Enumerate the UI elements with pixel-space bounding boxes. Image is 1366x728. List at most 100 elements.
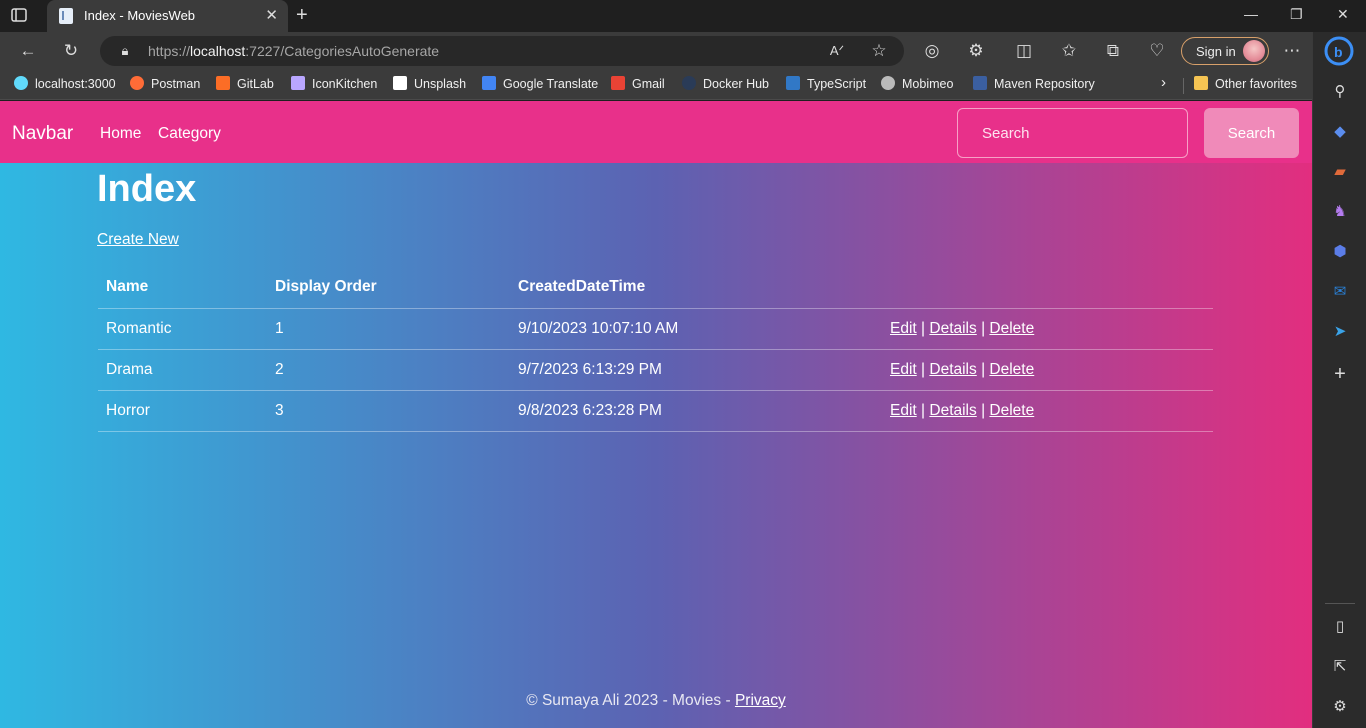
postman-icon [130,76,144,90]
column-header-actions [882,267,1213,309]
favorite-item[interactable]: TypeScript [786,76,866,94]
separator: | [921,401,926,419]
sign-in-button[interactable]: Sign in [1181,37,1269,65]
cell-actions: Edit | Details | Delete [882,390,1213,432]
extensions-icon[interactable]: ⚙ [965,40,987,62]
details-link[interactable]: Details [929,320,976,337]
cell-created: 9/7/2023 6:13:29 PM [510,349,882,391]
edge-sidebar: ⚲ ◆ ▰ ♞ ⬢ ✉ ➤ + ▯ ⇱ ⚙ [1312,32,1366,728]
sign-in-label: Sign in [1196,44,1236,59]
split-screen-icon[interactable]: ◫ [1013,40,1035,62]
collections-icon[interactable]: ⧉ [1102,40,1124,62]
table-row: Romantic 1 9/10/2023 10:07:10 AM Edit | … [98,308,1213,350]
edit-link[interactable]: Edit [890,402,917,419]
delete-link[interactable]: Delete [989,320,1034,337]
favorite-item[interactable]: Gmail [611,76,665,94]
search-button[interactable]: Search [1204,108,1299,158]
navbar-brand[interactable]: Navbar [12,123,73,145]
typescript-icon [786,76,800,90]
back-icon[interactable]: ← [17,40,39,62]
cell-display-order: 2 [267,349,510,391]
favorite-item[interactable]: Maven Repository [973,76,1095,94]
send-icon[interactable]: ➤ [1330,322,1350,342]
read-aloud-icon[interactable]: Aᐟ [826,40,848,62]
favorites-icon[interactable]: ✩ [1058,40,1080,62]
separator: | [981,360,986,378]
cell-name: Horror [98,390,267,432]
column-header-display-order: Display Order [267,267,510,309]
favorite-item[interactable]: Postman [130,76,200,94]
search-input[interactable] [957,108,1188,158]
new-tab-icon[interactable]: + [296,4,308,27]
react-icon [14,76,28,90]
nav-link-home[interactable]: Home [100,125,141,143]
separator: | [981,319,986,337]
unsplash-icon [393,76,407,90]
favorite-item[interactable]: GitLab [216,76,274,94]
browser-tab[interactable]: Index - MoviesWeb ✕ [47,0,288,32]
details-link[interactable]: Details [929,402,976,419]
favorites-bar: localhost:3000 Postman GitLab IconKitche… [0,70,1312,100]
translate-icon [482,76,496,90]
favorites-divider [1183,78,1184,94]
footer-text: © Sumaya Ali 2023 - Movies - [526,692,735,709]
url-text[interactable]: https://localhost:7227/CategoriesAutoGen… [148,43,439,59]
favorite-item[interactable]: Mobimeo [881,76,953,94]
search-icon[interactable]: ⚲ [1330,82,1350,102]
edit-link[interactable]: Edit [890,320,917,337]
gmail-icon [611,76,625,90]
favorite-item[interactable]: IconKitchen [291,76,377,94]
details-link[interactable]: Details [929,361,976,378]
site-navbar: Navbar Home Category Search [0,101,1312,163]
edit-link[interactable]: Edit [890,361,917,378]
open-external-icon[interactable]: ⇱ [1330,657,1350,677]
column-header-name: Name [98,267,267,309]
copilot-icon[interactable]: b [1322,34,1356,68]
add-icon[interactable]: + [1330,364,1350,384]
favorite-item[interactable]: Google Translate [482,76,598,94]
other-favorites-folder[interactable]: Other favorites [1194,76,1297,94]
favorite-item[interactable]: Unsplash [393,76,466,94]
minimize-icon[interactable]: — [1244,6,1258,22]
delete-link[interactable]: Delete [989,402,1034,419]
outlook-icon[interactable]: ✉ [1330,282,1350,302]
privacy-link[interactable]: Privacy [735,692,786,709]
table-row: Horror 3 9/8/2023 6:23:28 PM Edit | Deta… [98,390,1213,432]
refresh-icon[interactable]: ↻ [60,40,82,62]
nav-link-category[interactable]: Category [158,125,221,143]
svg-text:b: b [1334,44,1343,60]
chevron-right-icon[interactable]: › [1161,74,1166,92]
tab-strip: Index - MoviesWeb ✕ + — ❐ ✕ [0,0,1366,32]
address-bar[interactable]: 🔒︎ https://localhost:7227/CategoriesAuto… [100,36,904,66]
hide-sidebar-icon[interactable]: ▯ [1330,617,1350,637]
cell-name: Drama [98,349,267,391]
tools-icon[interactable]: ▰ [1330,162,1350,182]
lock-icon[interactable]: 🔒︎ [114,40,136,62]
favorite-item[interactable]: localhost:3000 [14,76,116,94]
create-new-link[interactable]: Create New [97,231,179,249]
close-tab-icon[interactable]: ✕ [265,6,278,24]
gitlab-icon [216,76,230,90]
page-title: Index [97,168,197,210]
games-icon[interactable]: ♞ [1330,202,1350,222]
separator: | [921,319,926,337]
favorite-star-icon[interactable]: ☆ [868,40,890,62]
settings-gear-icon[interactable]: ⚙ [1330,697,1350,717]
cell-display-order: 3 [267,390,510,432]
shopping-tag-icon[interactable]: ◆ [1330,122,1350,142]
office-icon[interactable]: ⬢ [1330,242,1350,262]
favorite-item[interactable]: Docker Hub [682,76,769,94]
categories-table: Name Display Order CreatedDateTime Roman… [98,267,1213,432]
page-footer: © Sumaya Ali 2023 - Movies - Privacy [0,692,1312,710]
workspaces-icon[interactable] [10,6,30,26]
table-row: Drama 2 9/7/2023 6:13:29 PM Edit | Detai… [98,349,1213,391]
docker-icon [682,76,696,90]
folder-icon [1194,76,1208,90]
tracking-prevention-icon[interactable]: ◎ [921,40,943,62]
restore-icon[interactable]: ❐ [1290,6,1303,23]
browser-essentials-icon[interactable]: ♡ [1146,40,1168,62]
delete-link[interactable]: Delete [989,361,1034,378]
more-options-icon[interactable]: ⋯ [1281,40,1303,62]
mobimeo-icon [881,76,895,90]
close-window-icon[interactable]: ✕ [1337,6,1349,23]
